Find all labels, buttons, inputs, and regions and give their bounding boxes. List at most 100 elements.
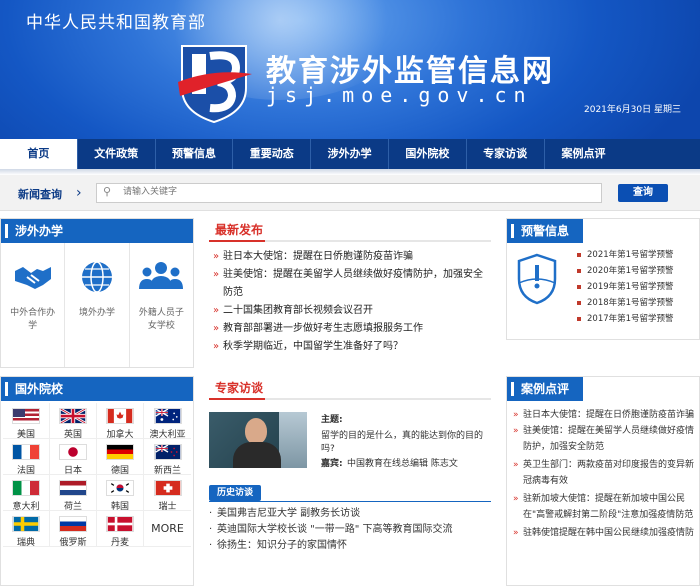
people-icon — [139, 262, 184, 289]
denmark-flag-icon — [106, 516, 134, 532]
case-item[interactable]: 英卫生部门：两款疫苗对印度报告的变异新冠病毒有效 — [511, 457, 695, 489]
history-item[interactable]: 英迪国际大学校长谈 "一带一路" 下高等教育国际交流 — [209, 522, 491, 538]
netherlands-flag-icon — [59, 480, 87, 496]
search-icon: ⚲ — [103, 185, 112, 198]
guest-label: 嘉宾: — [321, 459, 343, 469]
news-item[interactable]: 教育部部署进一步做好考生志愿填报服务工作 — [211, 320, 491, 338]
panel-title[interactable]: 案例点评 — [507, 377, 583, 401]
country-label: 瑞典 — [16, 538, 35, 548]
history-list: 美国弗吉尼亚大学 副教务长访谈 英迪国际大学校长谈 "一带一路" 下高等教育国际… — [209, 502, 491, 554]
service-label: 外籍人员子女学校 — [138, 308, 184, 331]
country-grid: 美国 英国 加拿大 澳大利亚 法国 日本 德国 新西兰 意大利 荷兰 韩国 瑞士… — [1, 401, 193, 548]
search-label: 新闻查询 — [18, 188, 62, 201]
interview-panel: 专家访谈 主题: 留学的目的是什么，真的能达到你的目的吗? 嘉宾: 中国教育在线… — [209, 376, 491, 584]
photo-body — [233, 442, 281, 468]
case-item[interactable]: 驻韩使馆提醒在韩中国公民继续加强疫情防 — [511, 525, 695, 541]
country-label: 俄罗斯 — [59, 538, 87, 548]
panel-title[interactable]: 涉外办学 — [1, 219, 193, 243]
uk-flag-icon — [59, 408, 87, 424]
warning-item[interactable]: 2017年第1号留学预警 — [577, 311, 674, 327]
country-new-zealand[interactable]: 新西兰 — [144, 439, 191, 476]
foreign-schools-panel: 国外院校 美国 英国 加拿大 澳大利亚 法国 日本 德国 新西兰 意大利 荷兰 … — [0, 376, 194, 586]
country-switzerland[interactable]: 瑞士 — [144, 475, 191, 512]
history-tag[interactable]: 历史访谈 — [209, 485, 262, 501]
nav-warnings[interactable]: 预警信息 — [156, 139, 234, 169]
search-box[interactable]: ⚲ — [96, 183, 602, 203]
shield-alert-icon — [517, 253, 557, 305]
ministry-name[interactable]: 中华人民共和国教育部 — [26, 8, 206, 33]
germany-flag-icon — [106, 444, 134, 460]
australia-flag-icon — [153, 408, 182, 424]
country-russia[interactable]: 俄罗斯 — [50, 511, 97, 548]
news-item[interactable]: 二十国集团教育部长视频会议召开 — [211, 302, 491, 320]
case-item[interactable]: 驻新加坡大使馆：提醒在新加坡中国公民在"高警戒解封第二阶段"注意加强疫情防范 — [511, 491, 695, 523]
country-germany[interactable]: 德国 — [97, 439, 144, 476]
country-sweden[interactable]: 瑞典 — [3, 511, 50, 548]
search-bar: 新闻查询 › ⚲ 查询 — [0, 175, 700, 211]
warning-item[interactable]: 2018年第1号留学预警 — [577, 295, 674, 311]
handshake-icon — [14, 267, 51, 289]
topic-label: 主题: — [321, 415, 343, 425]
more-countries-link[interactable]: MORE — [144, 511, 191, 547]
cases-panel: 案例点评 驻日本大使馆：提醒在日侨胞谨防疫苗诈骗 驻美使馆：提醒在美留学人员继续… — [506, 376, 700, 586]
russia-flag-icon — [59, 516, 87, 532]
country-italy[interactable]: 意大利 — [3, 475, 50, 512]
nav-interviews[interactable]: 专家访谈 — [467, 139, 545, 169]
nav-cases[interactable]: 案例点评 — [545, 139, 623, 169]
warning-item[interactable]: 2019年第1号留学预警 — [577, 279, 674, 295]
country-australia[interactable]: 澳大利亚 — [144, 403, 191, 440]
news-item[interactable]: 秋季学期临近，中国留学生准备好了吗？ — [211, 338, 491, 356]
site-domain: jsj.moe.gov.cn — [266, 83, 533, 107]
case-item[interactable]: 驻美使馆：提醒在美留学人员继续做好疫情防护，加强安全防范 — [511, 423, 695, 455]
panel-title[interactable]: 预警信息 — [507, 219, 583, 243]
interview-topic[interactable]: 留学的目的是什么，真的能达到你的目的吗? — [321, 428, 491, 454]
news-item[interactable]: 驻美使馆：提醒在美留学人员继续做好疫情防护，加强安全防范 — [211, 266, 491, 302]
chevron-right-icon: › — [76, 185, 82, 201]
interview-photo[interactable] — [209, 412, 307, 468]
new-zealand-flag-icon — [153, 444, 182, 460]
service-label: 境外办学 — [78, 308, 115, 318]
nav-policy[interactable]: 文件政策 — [78, 139, 156, 169]
service-cooperative-schooling[interactable]: 中外合作办学 — [1, 243, 66, 367]
history-item[interactable]: 美国弗吉尼亚大学 副教务长访谈 — [209, 506, 491, 522]
country-japan[interactable]: 日本 — [50, 439, 97, 476]
warning-item[interactable]: 2021年第1号留学预警 — [577, 247, 674, 263]
usa-flag-icon — [12, 408, 40, 424]
service-overseas-schooling[interactable]: 境外办学 — [65, 243, 130, 367]
country-denmark[interactable]: 丹麦 — [97, 511, 144, 548]
nav-foreign-schools[interactable]: 国外院校 — [389, 139, 467, 169]
site-logo-icon[interactable] — [174, 38, 254, 124]
switzerland-flag-icon — [153, 480, 182, 496]
interview-guest: 中国教育在线总编辑 陈志文 — [347, 459, 458, 469]
search-input[interactable] — [123, 186, 583, 196]
site-header: 中华人民共和国教育部 教育涉外监管信息网 jsj.moe.gov.cn 2021… — [0, 0, 700, 139]
history-item[interactable]: 徐扬生：知识分子的家国情怀 — [209, 538, 491, 554]
country-netherlands[interactable]: 荷兰 — [50, 475, 97, 512]
country-canada[interactable]: 加拿大 — [97, 403, 144, 440]
globe-icon — [81, 261, 112, 293]
country-label: 丹麦 — [110, 538, 129, 548]
panel-title[interactable]: 国外院校 — [1, 377, 193, 401]
country-usa[interactable]: 美国 — [3, 403, 50, 440]
panel-title[interactable]: 专家访谈 — [209, 376, 491, 400]
photo-face — [245, 418, 267, 444]
case-item[interactable]: 驻日本大使馆：提醒在日侨胞谨防疫苗诈骗 — [511, 407, 695, 423]
search-button[interactable]: 查询 — [618, 184, 668, 202]
nav-news[interactable]: 重要动态 — [233, 139, 312, 169]
warnings-list: 2021年第1号留学预警 2020年第1号留学预警 2019年第1号留学预警 2… — [577, 247, 674, 327]
photo-background — [279, 412, 307, 468]
warning-item[interactable]: 2020年第1号留学预警 — [577, 263, 674, 279]
nav-home[interactable]: 首页 — [0, 139, 78, 169]
featured-interview: 主题: 留学的目的是什么，真的能达到你的目的吗? 嘉宾: 中国教育在线总编辑 陈… — [209, 412, 491, 484]
france-flag-icon — [12, 444, 40, 460]
italy-flag-icon — [12, 480, 40, 496]
current-date: 2021年6月30日 星期三 — [584, 105, 681, 115]
country-france[interactable]: 法国 — [3, 439, 50, 476]
country-uk[interactable]: 英国 — [50, 403, 97, 440]
warnings-panel: 预警信息 2021年第1号留学预警 2020年第1号留学预警 2019年第1号留… — [506, 218, 700, 340]
nav-overseas-schooling[interactable]: 涉外办学 — [311, 139, 389, 169]
service-expat-children-schools[interactable]: 外籍人员子女学校 — [130, 243, 193, 367]
country-korea[interactable]: 韩国 — [97, 475, 144, 512]
panel-title[interactable]: 最新发布 — [209, 218, 491, 242]
news-item[interactable]: 驻日本大使馆：提醒在日侨胞谨防疫苗诈骗 — [211, 248, 491, 266]
